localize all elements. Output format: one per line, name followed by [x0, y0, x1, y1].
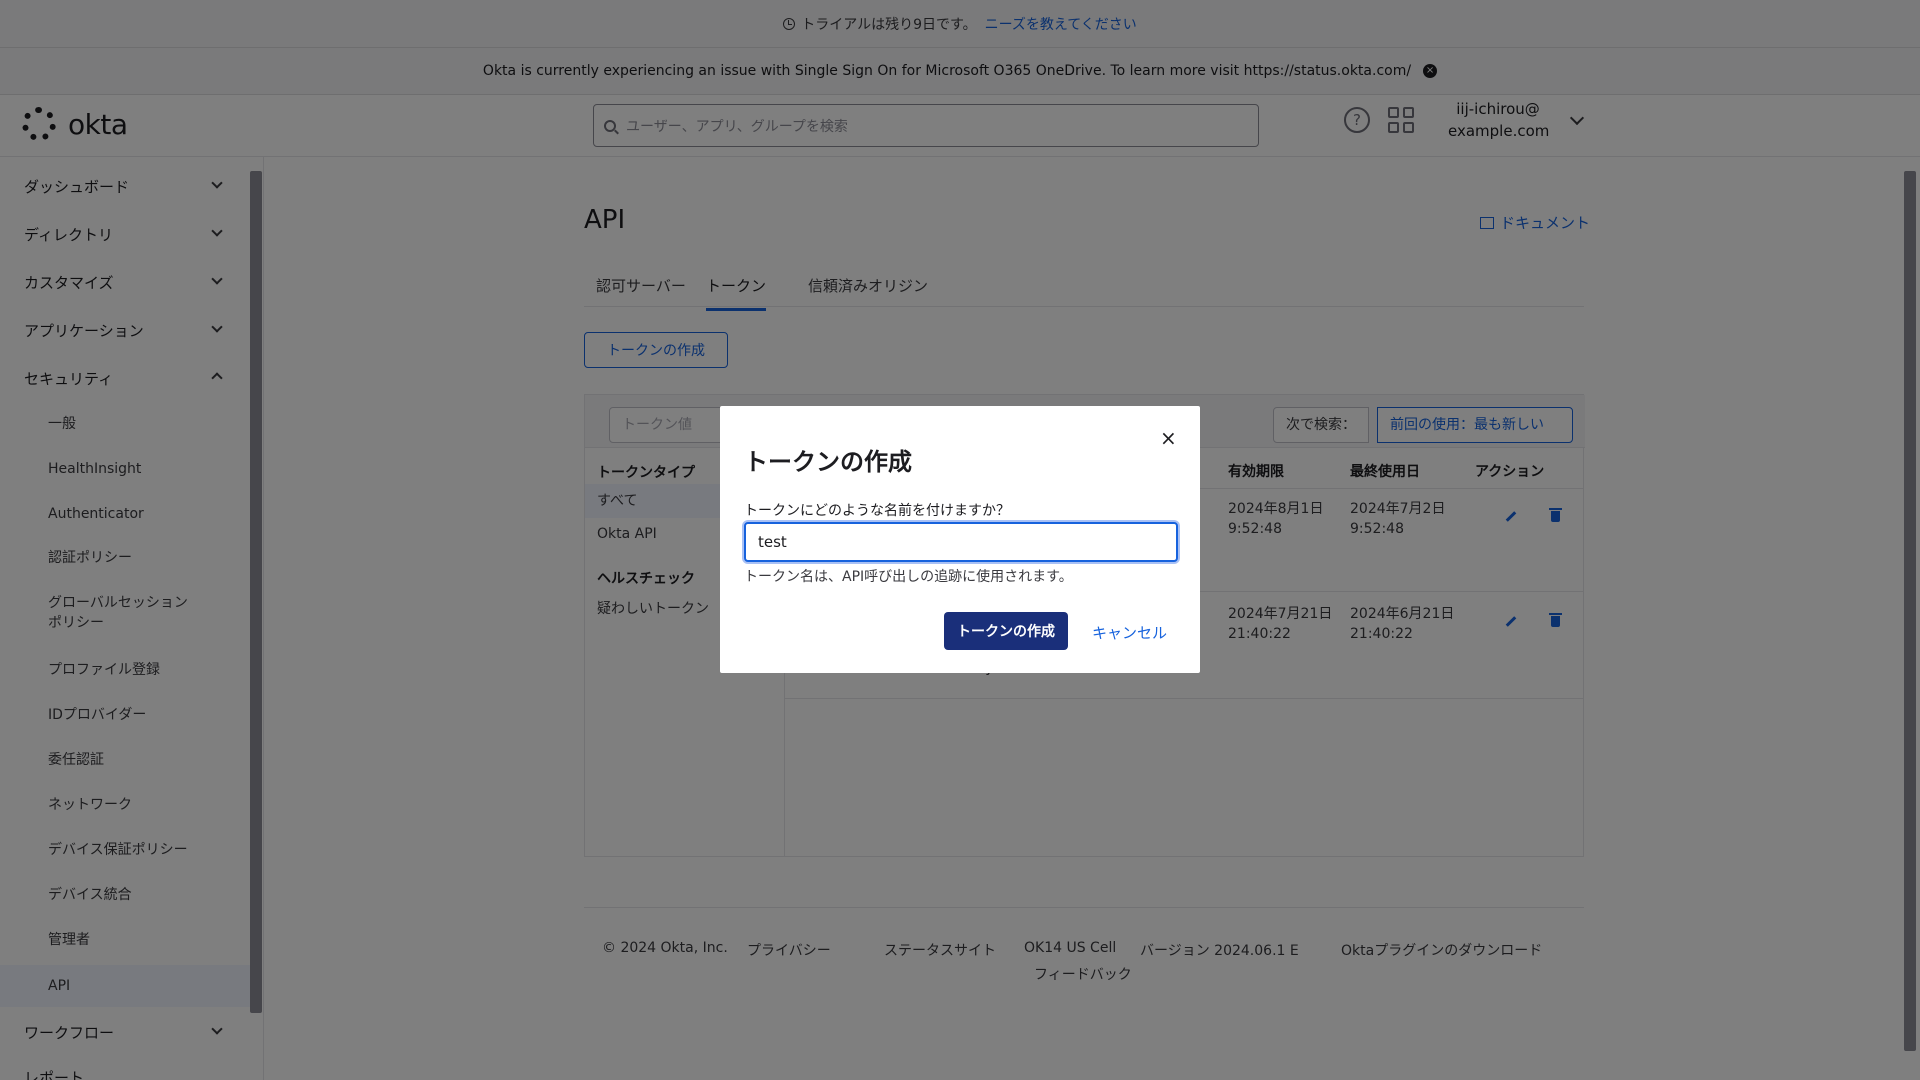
token-name-label: トークンにどのような名前を付けますか？: [744, 503, 1010, 519]
token-name-help: トークン名は、API呼び出しの追跡に使用されます。: [744, 569, 1073, 585]
token-name-input[interactable]: [744, 522, 1178, 562]
close-icon[interactable]: ×: [1160, 426, 1177, 450]
dialog-title: トークンの作成: [744, 448, 912, 476]
create-token-dialog: × トークンの作成 トークンにどのような名前を付けますか？ トークン名は、API…: [720, 406, 1200, 673]
cancel-button[interactable]: キャンセル: [1092, 622, 1167, 643]
create-token-submit-button[interactable]: トークンの作成: [944, 612, 1068, 650]
